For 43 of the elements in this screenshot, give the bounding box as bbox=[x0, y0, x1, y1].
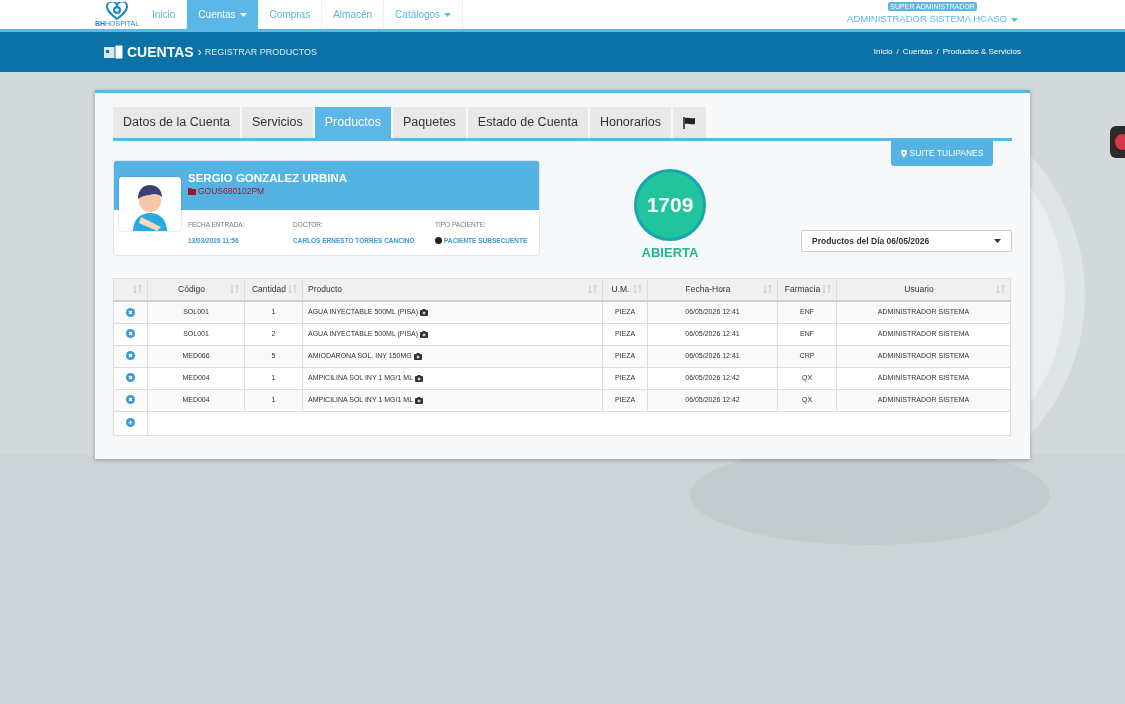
breadcrumb-link[interactable]: Productos & Servicios bbox=[942, 46, 1021, 58]
folder-icon bbox=[188, 187, 196, 195]
caret-icon bbox=[994, 239, 1001, 243]
map-pin-icon bbox=[900, 149, 907, 158]
remove-icon[interactable] bbox=[126, 329, 135, 339]
breadcrumb-link[interactable]: Cuentas bbox=[902, 46, 933, 58]
account-number-badge: 1709 bbox=[634, 169, 706, 241]
sort-icon[interactable] bbox=[763, 284, 772, 295]
breadcrumb-link[interactable]: Inicio bbox=[873, 46, 893, 58]
page-title: CUENTAS bbox=[127, 42, 194, 62]
caret-icon bbox=[1011, 17, 1018, 22]
remove-icon[interactable] bbox=[126, 351, 135, 361]
sort-icon[interactable] bbox=[230, 284, 239, 295]
sort-icon[interactable] bbox=[822, 284, 831, 295]
sort-icon[interactable] bbox=[133, 284, 142, 295]
account-card-icon bbox=[104, 45, 123, 59]
floating-widget-icon[interactable] bbox=[1110, 126, 1125, 158]
sort-icon[interactable] bbox=[588, 284, 597, 295]
sort-icon[interactable] bbox=[996, 284, 1005, 295]
flag-tab[interactable] bbox=[673, 107, 707, 138]
breadcrumb-separator: / bbox=[936, 46, 939, 58]
remove-icon[interactable] bbox=[126, 307, 135, 317]
tab[interactable]: Estado de Cuenta bbox=[467, 107, 588, 138]
tab[interactable]: Honorarios bbox=[589, 107, 672, 138]
caret-icon bbox=[444, 12, 452, 17]
page-subtitle: REGISTRAR PRODUCTOS bbox=[204, 46, 317, 60]
remove-icon[interactable] bbox=[126, 395, 135, 405]
remove-icon[interactable] bbox=[126, 373, 135, 383]
tab[interactable]: Servicios bbox=[242, 107, 313, 138]
account-status: ABIERTA bbox=[641, 244, 699, 262]
add-icon[interactable] bbox=[126, 418, 135, 428]
tab[interactable]: Paquetes bbox=[393, 107, 466, 138]
flag-icon bbox=[683, 116, 697, 129]
patient-record: GOUS680102PM bbox=[198, 185, 265, 198]
title-separator: › bbox=[197, 44, 202, 61]
patient-avatar bbox=[119, 177, 181, 231]
patient-name: SERGIO GONZALEZ URBINA bbox=[188, 171, 349, 185]
breadcrumb-separator: / bbox=[896, 46, 899, 58]
tab[interactable]: Datos de la Cuenta bbox=[113, 107, 240, 138]
sort-icon[interactable] bbox=[288, 284, 297, 295]
caret-icon bbox=[239, 12, 247, 17]
products-day-select[interactable]: Productos del Día 06/05/2026 bbox=[801, 230, 1012, 252]
sort-icon[interactable] bbox=[633, 284, 642, 295]
